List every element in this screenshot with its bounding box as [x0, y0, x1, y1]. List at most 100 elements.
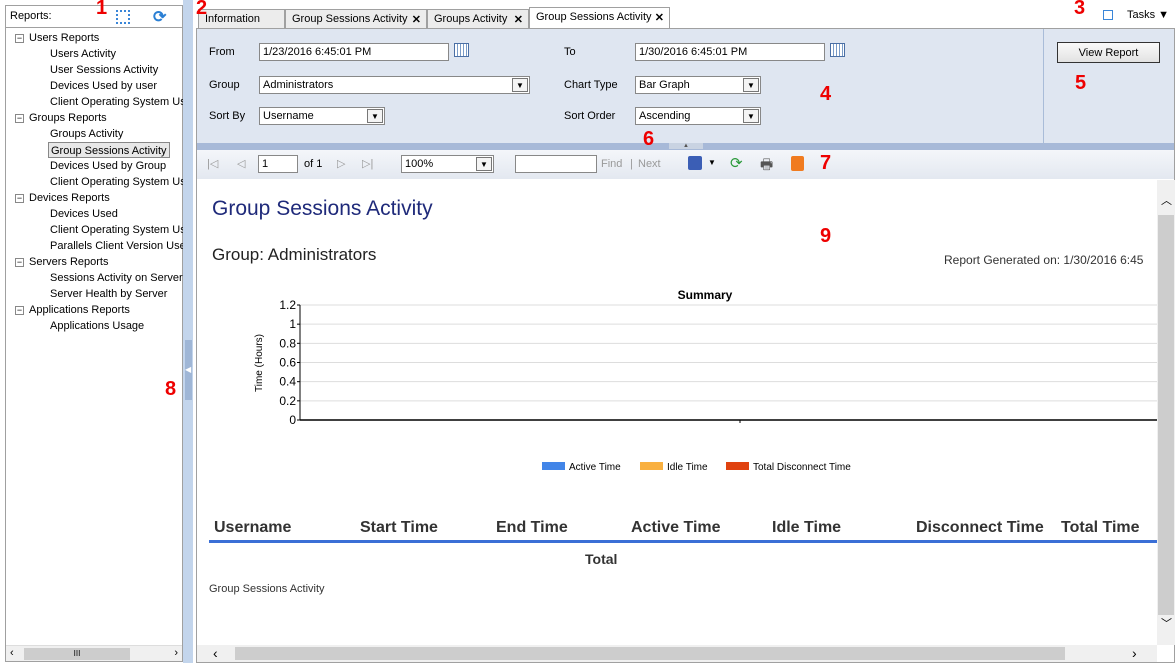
tree-group[interactable]: Applications Reports: [29, 302, 130, 318]
collapse-icon[interactable]: −: [15, 258, 24, 267]
tasks-menu[interactable]: Tasks ▼: [1127, 9, 1169, 21]
scroll-thumb[interactable]: III: [24, 648, 130, 660]
report-generated: Report Generated on: 1/30/2016 6:45: [944, 253, 1144, 267]
collapse-icon[interactable]: −: [15, 114, 24, 123]
column-header[interactable]: Total Time: [1061, 519, 1140, 537]
previous-page-icon[interactable]: ◁: [237, 157, 245, 170]
tree-group[interactable]: Groups Reports: [29, 110, 107, 126]
tree-item[interactable]: Server Health by Server: [48, 286, 169, 302]
collapse-handle[interactable]: ◀: [185, 340, 192, 400]
scroll-right-icon[interactable]: ›: [174, 647, 178, 659]
scroll-thumb[interactable]: [235, 647, 1065, 660]
tree-item[interactable]: Client Operating System Use: [48, 94, 194, 110]
chevron-down-icon[interactable]: ▼: [367, 109, 383, 123]
scroll-left-icon[interactable]: ‹: [10, 647, 14, 659]
tree-item[interactable]: Groups Activity: [48, 126, 125, 142]
tree-item[interactable]: Parallels Client Version Used: [48, 238, 194, 254]
collapse-icon[interactable]: −: [15, 34, 24, 43]
panel-splitter[interactable]: ◀: [183, 0, 193, 663]
first-page-icon[interactable]: |◁: [207, 157, 218, 170]
to-date-input[interactable]: 1/30/2016 6:45:01 PM: [635, 43, 825, 61]
collapse-icon[interactable]: −: [15, 194, 24, 203]
column-header[interactable]: Start Time: [360, 519, 438, 537]
report-parameters: From 1/23/2016 6:45:01 PM To 1/30/2016 6…: [197, 29, 1174, 143]
y-tick-label: 0: [289, 413, 296, 427]
y-tick-label: 1.2: [279, 298, 296, 312]
annotation-marker: 6: [643, 128, 655, 150]
chevron-down-icon[interactable]: ▼: [743, 78, 759, 92]
page-number-input[interactable]: 1: [258, 155, 298, 173]
refresh-report-icon[interactable]: ⟳: [730, 154, 743, 172]
tree-item[interactable]: User Sessions Activity: [48, 62, 160, 78]
close-icon[interactable]: ✕: [514, 13, 523, 26]
tab-1[interactable]: Group Sessions Activity ✕: [285, 9, 427, 28]
calendar-icon[interactable]: [454, 43, 469, 57]
tab-0[interactable]: Information: [198, 9, 285, 28]
reports-title: Reports:: [10, 10, 52, 22]
zoom-value: 100%: [405, 158, 434, 170]
scroll-left-icon[interactable]: ‹: [213, 645, 218, 661]
next-page-icon[interactable]: ▷: [337, 157, 345, 170]
report-viewer: Group Sessions Activity Group: Administr…: [197, 180, 1157, 645]
chart-type-select[interactable]: Bar Graph ▼: [635, 76, 761, 94]
close-icon[interactable]: ✕: [655, 11, 664, 24]
page-count: of 1: [304, 158, 323, 170]
column-header[interactable]: End Time: [496, 519, 568, 537]
export-dropdown-icon[interactable]: ▼: [708, 158, 716, 167]
maximize-icon[interactable]: [1103, 10, 1113, 20]
column-header[interactable]: Active Time: [631, 519, 721, 537]
params-collapse-bar[interactable]: ▲: [197, 143, 1174, 150]
chevron-down-icon[interactable]: ▼: [476, 157, 492, 171]
tree-group[interactable]: Servers Reports: [29, 254, 108, 270]
tree-item[interactable]: Group Sessions Activity: [48, 142, 170, 158]
collapse-icon[interactable]: −: [15, 306, 24, 315]
tree-item[interactable]: Users Activity: [48, 46, 118, 62]
chevron-down-icon[interactable]: ▼: [512, 78, 528, 92]
close-icon[interactable]: ✕: [412, 13, 421, 26]
report-vertical-scrollbar[interactable]: ︿ ﹀: [1157, 180, 1175, 645]
scroll-right-icon[interactable]: ›: [1132, 645, 1137, 661]
report-horizontal-scrollbar[interactable]: ‹ ›: [197, 645, 1157, 662]
export-save-icon[interactable]: [688, 156, 702, 170]
from-date-input[interactable]: 1/23/2016 6:45:01 PM: [259, 43, 449, 61]
column-header[interactable]: Disconnect Time: [916, 519, 1044, 537]
tree-group[interactable]: Devices Reports: [29, 190, 110, 206]
calendar-icon[interactable]: [830, 43, 845, 57]
chevron-down-icon[interactable]: ▼: [743, 109, 759, 123]
legend-swatch: [640, 462, 663, 470]
column-header[interactable]: Idle Time: [772, 519, 841, 537]
print-layout-icon[interactable]: [791, 156, 804, 171]
sort-by-select[interactable]: Username ▼: [259, 107, 385, 125]
find-input[interactable]: [515, 155, 597, 173]
print-icon[interactable]: 🖶: [760, 154, 773, 178]
sort-order-select[interactable]: Ascending ▼: [635, 107, 761, 125]
divider: [1043, 29, 1044, 143]
zoom-select[interactable]: 100% ▼: [401, 155, 494, 173]
collapse-arrow-icon[interactable]: ▲: [669, 143, 703, 149]
tree-item[interactable]: Client Operating System Use: [48, 174, 194, 190]
scroll-thumb[interactable]: [1158, 215, 1174, 615]
y-tick-label: 1: [289, 317, 296, 331]
tree-group[interactable]: Users Reports: [29, 30, 99, 46]
tree-item[interactable]: Devices Used by Group: [48, 158, 168, 174]
tab-3[interactable]: Group Sessions Activity ✕: [529, 7, 670, 29]
scroll-up-icon[interactable]: ︿: [1161, 192, 1172, 208]
column-header[interactable]: Username: [214, 519, 291, 537]
tree-item[interactable]: Sessions Activity on Server: [48, 270, 185, 286]
tree-item[interactable]: Devices Used by user: [48, 78, 159, 94]
y-tick-label: 0.8: [279, 336, 296, 350]
tree-horizontal-scrollbar[interactable]: ‹ III ›: [6, 645, 182, 661]
find-link[interactable]: Find: [601, 158, 622, 170]
annotation-marker: 2: [196, 0, 208, 19]
view-report-button[interactable]: View Report: [1057, 42, 1160, 63]
refresh-icon[interactable]: ⟳: [153, 7, 166, 27]
next-link[interactable]: Next: [638, 158, 661, 170]
group-select[interactable]: Administrators ▼: [259, 76, 530, 94]
tab-2[interactable]: Groups Activity ✕: [427, 9, 529, 28]
tree-item[interactable]: Applications Usage: [48, 318, 146, 334]
tree-item[interactable]: Client Operating System Use: [48, 222, 194, 238]
layout-icon[interactable]: [116, 10, 130, 24]
last-page-icon[interactable]: ▷|: [362, 157, 373, 170]
tree-item[interactable]: Devices Used: [48, 206, 120, 222]
scroll-down-icon[interactable]: ﹀: [1161, 615, 1172, 631]
